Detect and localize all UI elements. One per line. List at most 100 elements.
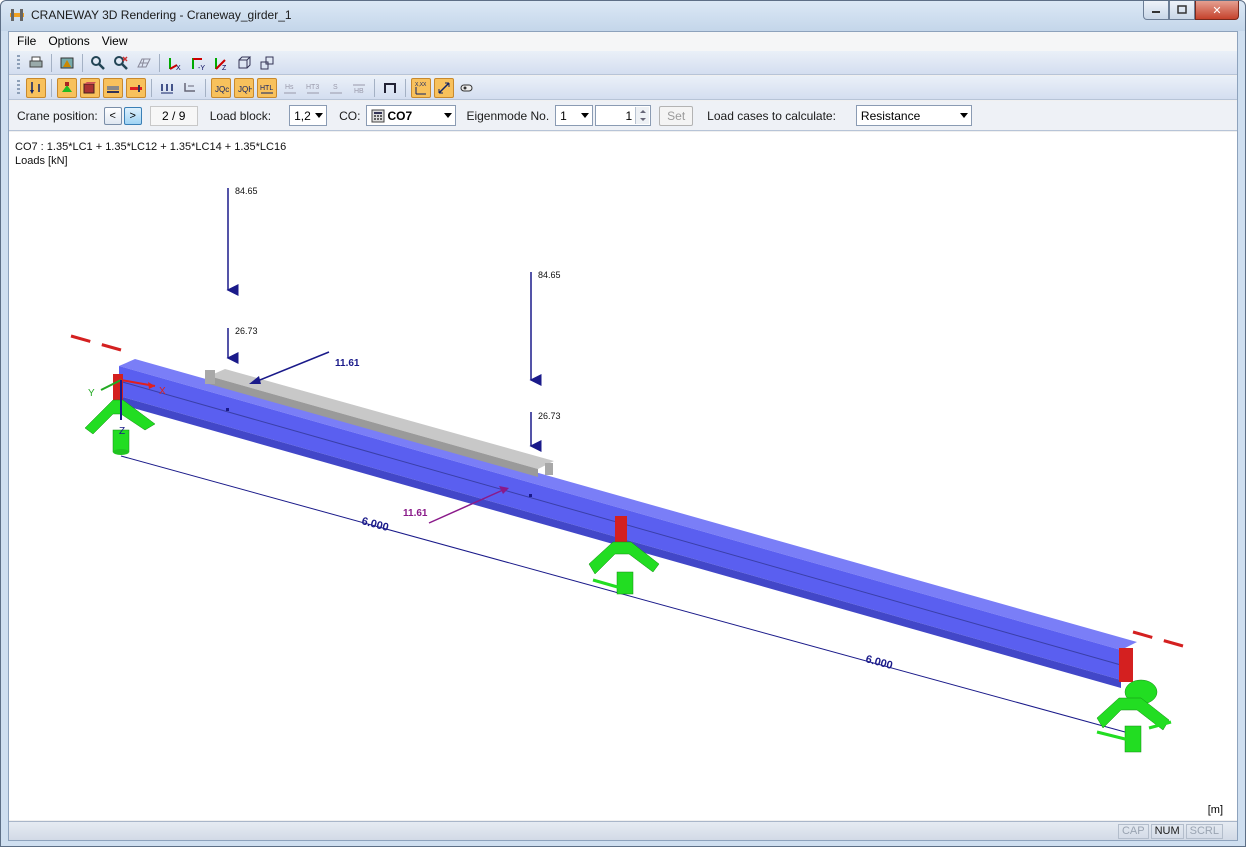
qh-load-icon[interactable]: JQH xyxy=(234,77,254,98)
minimize-button[interactable] xyxy=(1143,1,1169,20)
ht3-load-icon[interactable]: HT3 xyxy=(303,78,323,98)
vertical-load-label-2b: 26.73 xyxy=(538,411,561,421)
app-window: CRANEWAY 3D Rendering - Craneway_girder_… xyxy=(0,0,1246,847)
eigenmode-select[interactable]: 1 xyxy=(555,105,594,126)
svg-text:Z: Z xyxy=(222,65,227,71)
span-label-1: 6.000 xyxy=(360,515,390,534)
dimensions-toggle-icon[interactable] xyxy=(434,77,454,98)
view-x-icon[interactable]: X xyxy=(165,53,185,73)
chevron-down-icon xyxy=(959,113,968,118)
stepper-arrows-icon[interactable] xyxy=(635,107,650,124)
crane-position-readout: 2 / 9 xyxy=(149,105,198,126)
svg-text:-Y: -Y xyxy=(198,65,205,71)
print-icon[interactable] xyxy=(26,53,46,73)
svg-text:X: X xyxy=(176,65,181,71)
chevron-down-icon xyxy=(581,113,590,118)
iso-view-icon[interactable] xyxy=(234,53,254,73)
load-cases-label: Load cases to calculate: xyxy=(707,108,836,123)
prev-position-button[interactable]: < xyxy=(103,106,122,125)
svg-text:HB: HB xyxy=(354,88,364,95)
girder-top-flange xyxy=(119,359,1137,650)
craneway-app-icon xyxy=(9,7,25,23)
qc-load-icon[interactable]: JQc xyxy=(211,77,231,98)
rail-toggle-icon[interactable] xyxy=(103,77,123,98)
eigenmode-label: Eigenmode No. xyxy=(466,108,550,123)
section-toggle-icon[interactable] xyxy=(80,77,100,98)
axis-x-label: X xyxy=(159,386,166,397)
caps-lock-indicator: CAP xyxy=(1117,824,1149,839)
perspective-view-icon[interactable] xyxy=(257,53,277,73)
hb-load-icon[interactable]: HB xyxy=(349,78,369,98)
girder-3d-model: 6.000 6.000 X Y Z 84.65 26.73 11.61 84.6… xyxy=(70,186,1184,753)
view-z-icon[interactable]: Z xyxy=(211,53,231,73)
load-block-select[interactable]: 1,2 xyxy=(289,105,328,126)
s-load-icon[interactable]: S xyxy=(326,78,346,98)
zoom-icon[interactable] xyxy=(88,53,108,73)
loads-toggle-icon[interactable] xyxy=(26,77,46,98)
hinge-marker-left xyxy=(70,334,122,352)
svg-text:X,XX: X,XX xyxy=(415,82,427,88)
chevron-down-icon xyxy=(444,113,453,118)
minimize-icon xyxy=(1152,11,1160,13)
hs-load-icon[interactable]: Hs xyxy=(280,78,300,98)
co-label: CO: xyxy=(339,108,361,123)
toolbar-view: X -Y Z xyxy=(9,51,1237,75)
render-settings-icon[interactable] xyxy=(57,53,77,73)
svg-text:HT3: HT3 xyxy=(306,84,319,91)
svg-text:S: S xyxy=(333,84,338,91)
load-block-value: 1,2 xyxy=(294,108,311,123)
title-bar[interactable]: CRANEWAY 3D Rendering - Craneway_girder_… xyxy=(1,1,1245,31)
vertical-load-label-1: 84.65 xyxy=(235,186,258,196)
control-bar: Crane position: < > 2 / 9 Load block: 1,… xyxy=(9,101,1237,131)
load-cases-select[interactable]: Resistance xyxy=(855,105,972,126)
co-select[interactable]: CO7 xyxy=(366,105,457,126)
htl-load-icon[interactable]: HTL xyxy=(257,77,277,98)
grid-view-icon[interactable] xyxy=(134,53,154,73)
client-area: File Options View X -Y Z JQc JQH HTL Hs … xyxy=(8,31,1238,841)
eigenmode-stepper-value: 1 xyxy=(625,108,633,123)
eigenmode-value: 1 xyxy=(560,108,567,123)
middle-stiffener xyxy=(615,516,627,544)
menu-view[interactable]: View xyxy=(96,32,134,51)
load-block-label: Load block: xyxy=(209,108,272,123)
set-button[interactable]: Set xyxy=(659,105,694,126)
toolbar-display: JQc JQH HTL Hs HT3 S HB X,XX xyxy=(9,76,1237,100)
menu-bar: File Options View xyxy=(9,32,1237,51)
crane-position-label: Crane position: xyxy=(17,108,98,123)
measure-icon[interactable] xyxy=(457,78,477,98)
support-right xyxy=(1096,679,1172,753)
wheel-loads-icon[interactable] xyxy=(157,78,177,98)
scroll-lock-indicator: SCRL xyxy=(1185,824,1223,839)
co-value: CO7 xyxy=(387,108,413,123)
close-button[interactable]: ✕ xyxy=(1195,1,1239,20)
vertical-load-label-2: 84.65 xyxy=(538,270,561,280)
span-label-2: 6.000 xyxy=(864,653,894,672)
stiffeners-toggle-icon[interactable] xyxy=(126,77,146,98)
axis-z-label: Z xyxy=(119,426,125,437)
toolbar-grip-2[interactable] xyxy=(17,79,20,96)
end-stiffener-right xyxy=(1119,648,1133,682)
next-position-button[interactable]: > xyxy=(123,106,142,125)
view-y-icon[interactable]: -Y xyxy=(188,53,208,73)
axes-toggle-icon[interactable]: X,XX xyxy=(411,77,431,98)
render-viewport[interactable]: CO7 : 1.35*LC1 + 1.35*LC12 + 1.35*LC14 +… xyxy=(9,132,1237,820)
status-bar: CAP NUM SCRL xyxy=(9,821,1237,840)
axis-y-label: Y xyxy=(88,388,95,399)
eigenmode-stepper[interactable]: 1 xyxy=(595,105,652,126)
svg-text:JQH: JQH xyxy=(238,85,252,94)
maximize-button[interactable] xyxy=(1169,1,1195,20)
horizontal-load-label-1: 11.61 xyxy=(335,358,360,369)
maximize-icon xyxy=(1177,5,1187,14)
menu-file[interactable]: File xyxy=(11,32,42,51)
window-title: CRANEWAY 3D Rendering - Craneway_girder_… xyxy=(31,8,292,22)
unit-label: [m] xyxy=(1207,804,1223,816)
svg-text:HTL: HTL xyxy=(260,85,273,92)
zoom-all-icon[interactable] xyxy=(111,53,131,73)
load-group-icon[interactable] xyxy=(180,78,200,98)
supports-toggle-icon[interactable] xyxy=(57,77,77,98)
toolbar-grip[interactable] xyxy=(17,54,20,71)
horizontal-load-label-2: 11.61 xyxy=(403,508,428,519)
chevron-down-icon xyxy=(315,113,324,118)
menu-options[interactable]: Options xyxy=(42,32,95,51)
section-view-icon[interactable] xyxy=(380,78,400,98)
